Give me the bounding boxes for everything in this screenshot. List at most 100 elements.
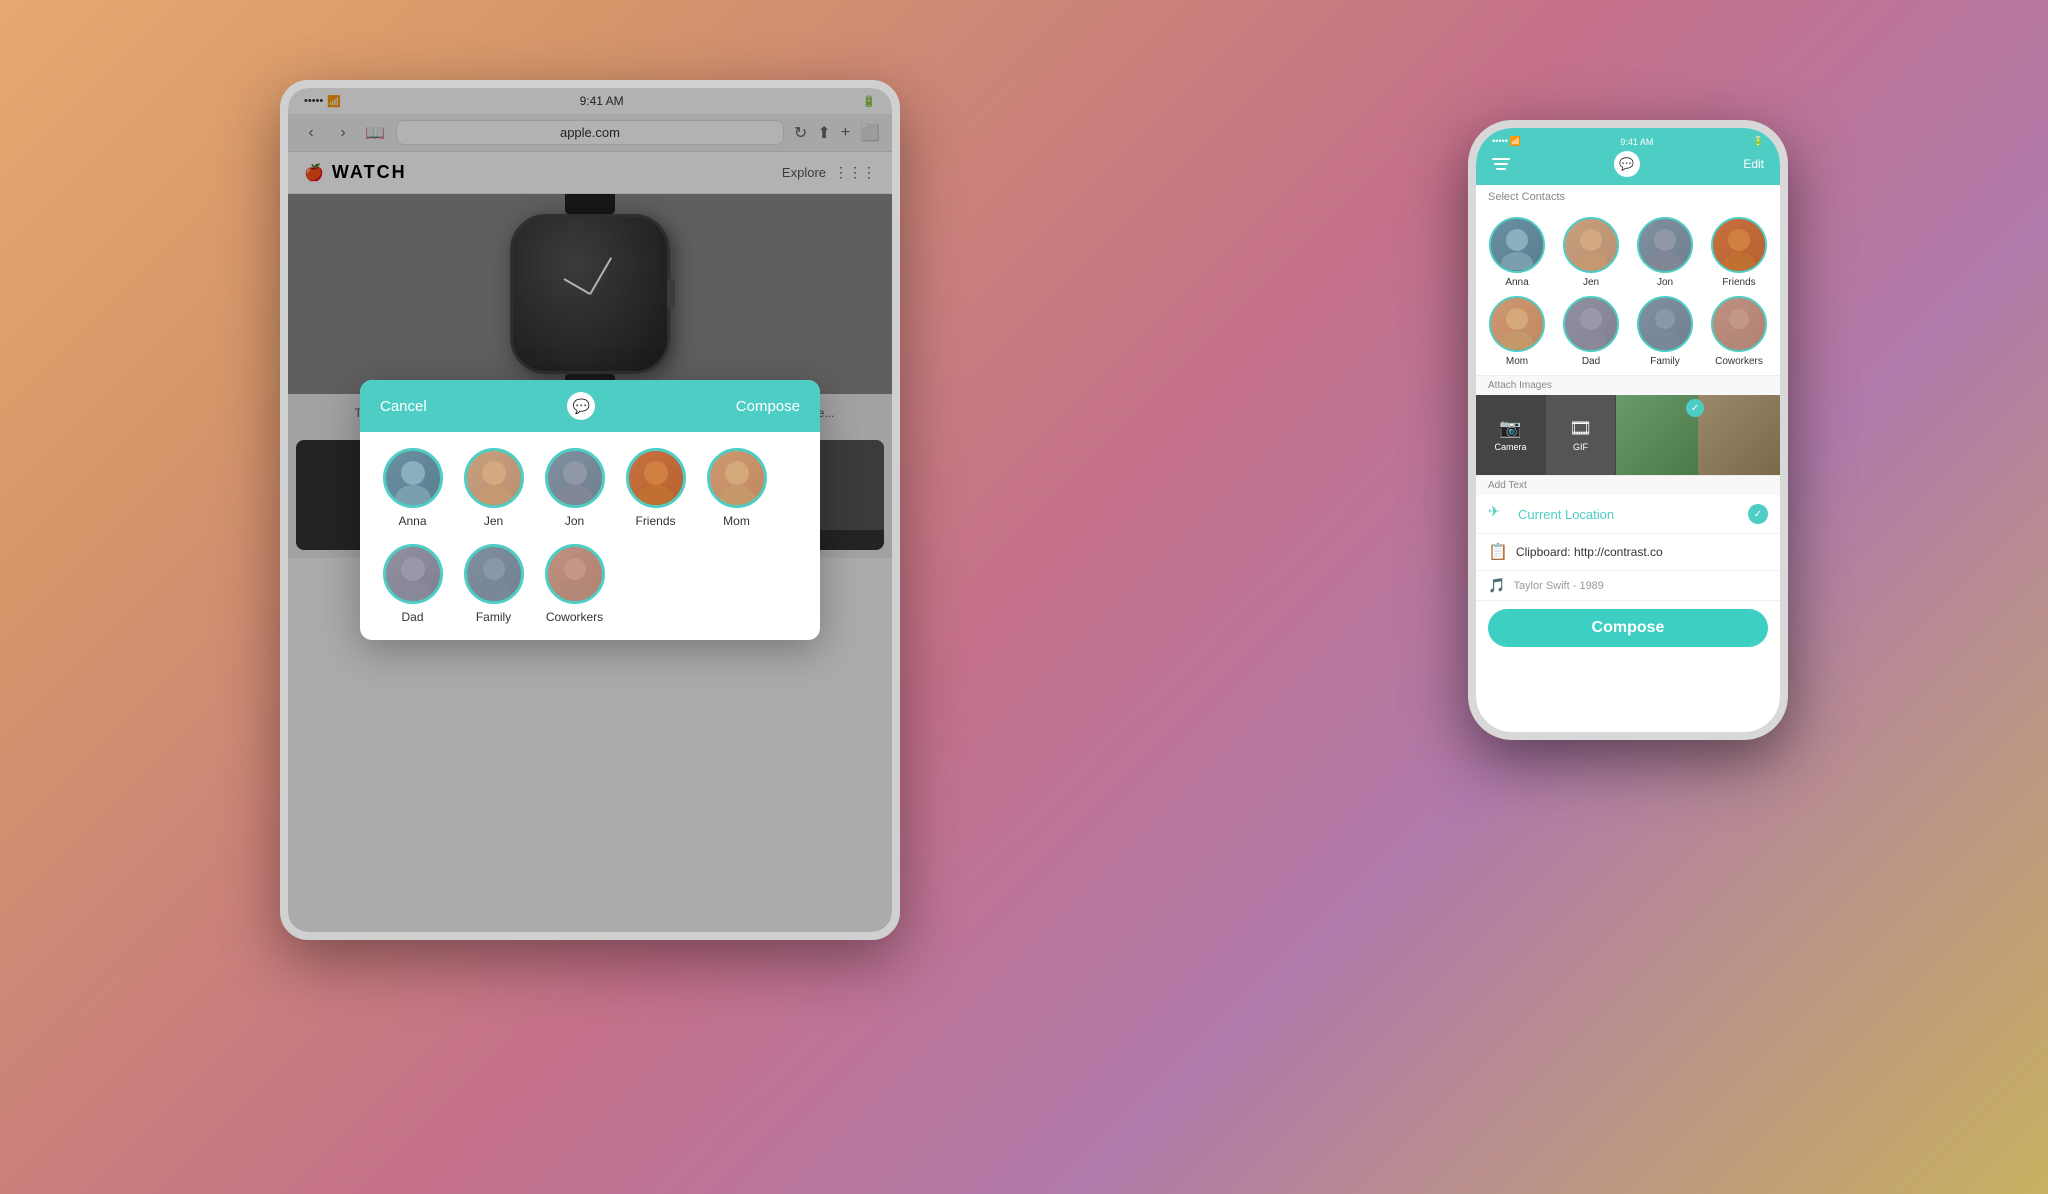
contact-friends-label: Friends (635, 514, 675, 528)
music-icon: 🎵 (1488, 577, 1505, 594)
avatar-dad (383, 544, 443, 604)
modal-contacts-grid: Anna Jen (360, 432, 820, 640)
contact-anna-label: Anna (398, 514, 426, 528)
avatar-anna (383, 448, 443, 508)
avatar-coworkers-image (548, 547, 602, 601)
avatar-anna-image (386, 451, 440, 505)
wifi-icon-iphone: 📶 (1510, 136, 1521, 147)
music-row[interactable]: 🎵 Taylor Swift - 1989 (1476, 571, 1780, 601)
iphone-contact-anna-label: Anna (1505, 277, 1528, 288)
iphone-avatar-anna-img (1491, 219, 1543, 271)
iphone-avatar-family (1637, 296, 1693, 352)
image-picker: 📷 Camera 🎞 GIF ✓ (1476, 395, 1780, 475)
contact-dad-label: Dad (401, 610, 423, 624)
gif-icon: 🎞 (1569, 418, 1592, 439)
avatar-mom (707, 448, 767, 508)
iphone-contact-coworkers[interactable]: Coworkers (1706, 296, 1772, 367)
avatar-friends (626, 448, 686, 508)
select-contacts-label: Select Contacts (1476, 185, 1780, 209)
contact-jon[interactable]: Jon (542, 448, 607, 528)
iphone-bubble-icon: 💬 (1614, 151, 1640, 177)
iphone-contact-dad[interactable]: Dad (1558, 296, 1624, 367)
attach-images-label: Attach Images (1476, 375, 1780, 395)
filter-icon[interactable] (1492, 158, 1510, 170)
iphone-contact-anna[interactable]: Anna (1484, 217, 1550, 288)
iphone-avatar-anna (1489, 217, 1545, 273)
iphone-time: 9:41 AM (1620, 137, 1653, 147)
compose-button[interactable]: Compose (1488, 609, 1768, 647)
iphone-header: ••••• 📶 9:41 AM 🔋 💬 Edit (1476, 128, 1780, 185)
music-text: Taylor Swift - 1989 (1513, 580, 1603, 592)
iphone-avatar-jen-img (1565, 219, 1617, 271)
avatar-jen-image (467, 451, 521, 505)
avatar-jon (545, 448, 605, 508)
edit-button[interactable]: Edit (1743, 157, 1764, 171)
iphone-contact-jon[interactable]: Jon (1632, 217, 1698, 288)
iphone-contact-jen-label: Jen (1583, 277, 1599, 288)
avatar-mom-image (710, 451, 764, 505)
avatar-coworkers (545, 544, 605, 604)
contact-mom-label: Mom (723, 514, 750, 528)
contact-mom[interactable]: Mom (704, 448, 769, 528)
iphone-avatar-friends-img (1713, 219, 1765, 271)
gif-button[interactable]: 🎞 GIF (1546, 395, 1616, 475)
location-icon: ✈ (1488, 503, 1510, 525)
modal-compose-button[interactable]: Compose (736, 398, 800, 415)
iphone-avatar-mom (1489, 296, 1545, 352)
thumbnail-2[interactable] (1698, 395, 1780, 475)
iphone-avatar-family-img (1639, 298, 1691, 350)
location-check-icon: ✓ (1748, 504, 1768, 524)
iphone-contact-mom-label: Mom (1506, 356, 1528, 367)
contact-jen[interactable]: Jen (461, 448, 526, 528)
image-thumbnails: ✓ (1616, 395, 1780, 475)
contact-dad[interactable]: Dad (380, 544, 445, 624)
contact-jen-label: Jen (484, 514, 503, 528)
iphone-contact-friends-label: Friends (1722, 277, 1755, 288)
contact-family-label: Family (476, 610, 511, 624)
contact-family[interactable]: Family (461, 544, 526, 624)
iphone-device: ••••• 📶 9:41 AM 🔋 💬 Edit Select Contacts (1468, 120, 1788, 740)
location-left: ✈ Current Location (1488, 503, 1614, 525)
contact-friends[interactable]: Friends (623, 448, 688, 528)
gif-label: GIF (1573, 442, 1588, 452)
iphone-contact-family-label: Family (1650, 356, 1679, 367)
iphone-contact-jen[interactable]: Jen (1558, 217, 1624, 288)
camera-label: Camera (1494, 442, 1526, 452)
camera-button[interactable]: 📷 Camera (1476, 395, 1546, 475)
modal-cancel-button[interactable]: Cancel (380, 398, 427, 415)
iphone-avatar-jen (1563, 217, 1619, 273)
iphone-contact-friends[interactable]: Friends (1706, 217, 1772, 288)
iphone-contact-family[interactable]: Family (1632, 296, 1698, 367)
iphone-battery: 🔋 (1753, 136, 1764, 147)
iphone-contact-mom[interactable]: Mom (1484, 296, 1550, 367)
iphone-contact-coworkers-label: Coworkers (1715, 356, 1763, 367)
filter-line-3 (1496, 168, 1506, 170)
iphone-avatar-jon-img (1639, 219, 1691, 271)
compose-bubble-icon: 💬 (567, 392, 595, 420)
contact-jon-label: Jon (565, 514, 584, 528)
iphone-contact-jon-label: Jon (1657, 277, 1673, 288)
iphone-signal: ••••• 📶 (1492, 136, 1521, 147)
thumbnail-check: ✓ (1686, 399, 1704, 417)
contact-coworkers[interactable]: Coworkers (542, 544, 607, 624)
modal-overlay: Cancel 💬 Compose (288, 88, 892, 932)
iphone-avatar-friends (1711, 217, 1767, 273)
avatar-dad-image (386, 547, 440, 601)
iphone-top-bar: 💬 Edit (1492, 151, 1764, 185)
add-text-label: Add Text (1476, 475, 1780, 495)
iphone-avatar-jon (1637, 217, 1693, 273)
iphone-avatar-dad-img (1565, 298, 1617, 350)
current-location-row[interactable]: ✈ Current Location ✓ (1476, 495, 1780, 534)
iphone-avatar-coworkers-img (1713, 298, 1765, 350)
current-location-text: Current Location (1518, 507, 1614, 522)
compose-modal-header: Cancel 💬 Compose (360, 380, 820, 432)
iphone-avatar-mom-img (1491, 298, 1543, 350)
ipad-screen: ••••• 📶 9:41 AM 🔋 ‹ › 📖 apple.com ↻ ⬆ + … (288, 88, 892, 932)
clipboard-row[interactable]: 📋 Clipboard: http://contrast.co (1476, 534, 1780, 571)
iphone-contact-dad-label: Dad (1582, 356, 1600, 367)
contact-anna[interactable]: Anna (380, 448, 445, 528)
ipad-device: ••••• 📶 9:41 AM 🔋 ‹ › 📖 apple.com ↻ ⬆ + … (280, 80, 900, 940)
compose-modal: Cancel 💬 Compose (360, 380, 820, 640)
iphone-screen: ••••• 📶 9:41 AM 🔋 💬 Edit Select Contacts (1476, 128, 1780, 732)
camera-icon: 📷 (1499, 418, 1521, 439)
